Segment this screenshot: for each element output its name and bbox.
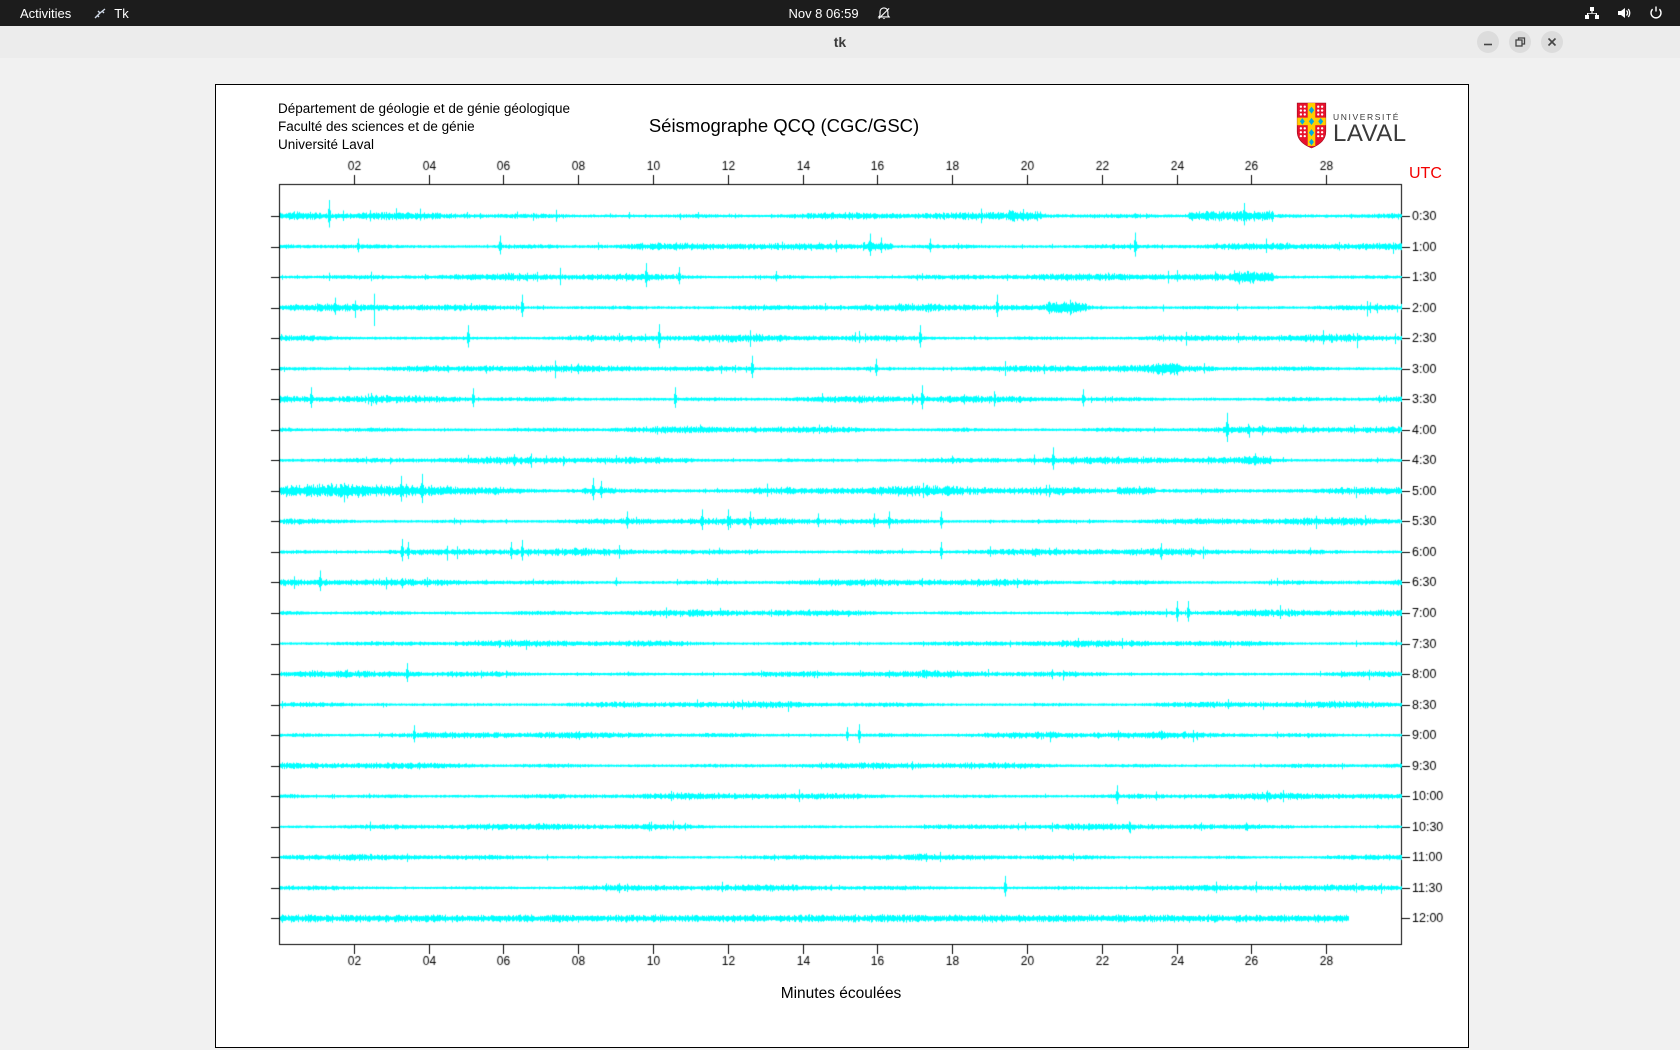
maximize-button[interactable] <box>1509 31 1531 53</box>
laval-shield-icon <box>1296 102 1327 154</box>
focused-app-name: Tk <box>114 5 129 21</box>
header-line-faculte: Faculté des sciences et de génie <box>278 119 475 134</box>
focused-app-indicator[interactable]: Tk <box>93 5 129 21</box>
clock-group[interactable]: Nov 8 06:59 <box>788 6 891 21</box>
gnome-top-bar: Activities Tk Nov 8 06:59 <box>0 0 1680 26</box>
system-status-area[interactable] <box>1584 5 1664 21</box>
minimize-button[interactable] <box>1477 31 1499 53</box>
x-axis-label: Minutes écoulées <box>780 985 902 1002</box>
logo-text-laval: LAVAL <box>1333 119 1407 147</box>
close-button[interactable] <box>1541 31 1563 53</box>
header-line-departement: Département de géologie et de génie géol… <box>278 101 570 116</box>
notifications-muted-icon <box>877 6 892 21</box>
activities-button[interactable]: Activities <box>14 6 77 21</box>
window-titlebar[interactable]: tk <box>0 26 1680 59</box>
utc-axis-label: UTC <box>1409 165 1442 182</box>
tk-app-icon <box>93 6 107 20</box>
seismogram-canvas: Département de géologie et de génie géol… <box>215 84 1469 1048</box>
window-title: tk <box>833 34 847 50</box>
institution-header: Département de géologie et de génie géol… <box>278 100 570 154</box>
clock: Nov 8 06:59 <box>788 5 859 21</box>
volume-icon <box>1616 5 1632 21</box>
seismograph-plot <box>216 85 1468 1047</box>
network-icon <box>1584 5 1600 21</box>
header-line-universite: Université Laval <box>278 137 375 152</box>
plot-title: Séismographe QCQ (CGC/GSC) <box>648 115 920 136</box>
tk-window-content: Département de géologie et de génie géol… <box>0 58 1680 1050</box>
universite-laval-logo: UNIVERSITÉ LAVAL <box>1296 102 1407 154</box>
power-icon <box>1648 5 1664 21</box>
